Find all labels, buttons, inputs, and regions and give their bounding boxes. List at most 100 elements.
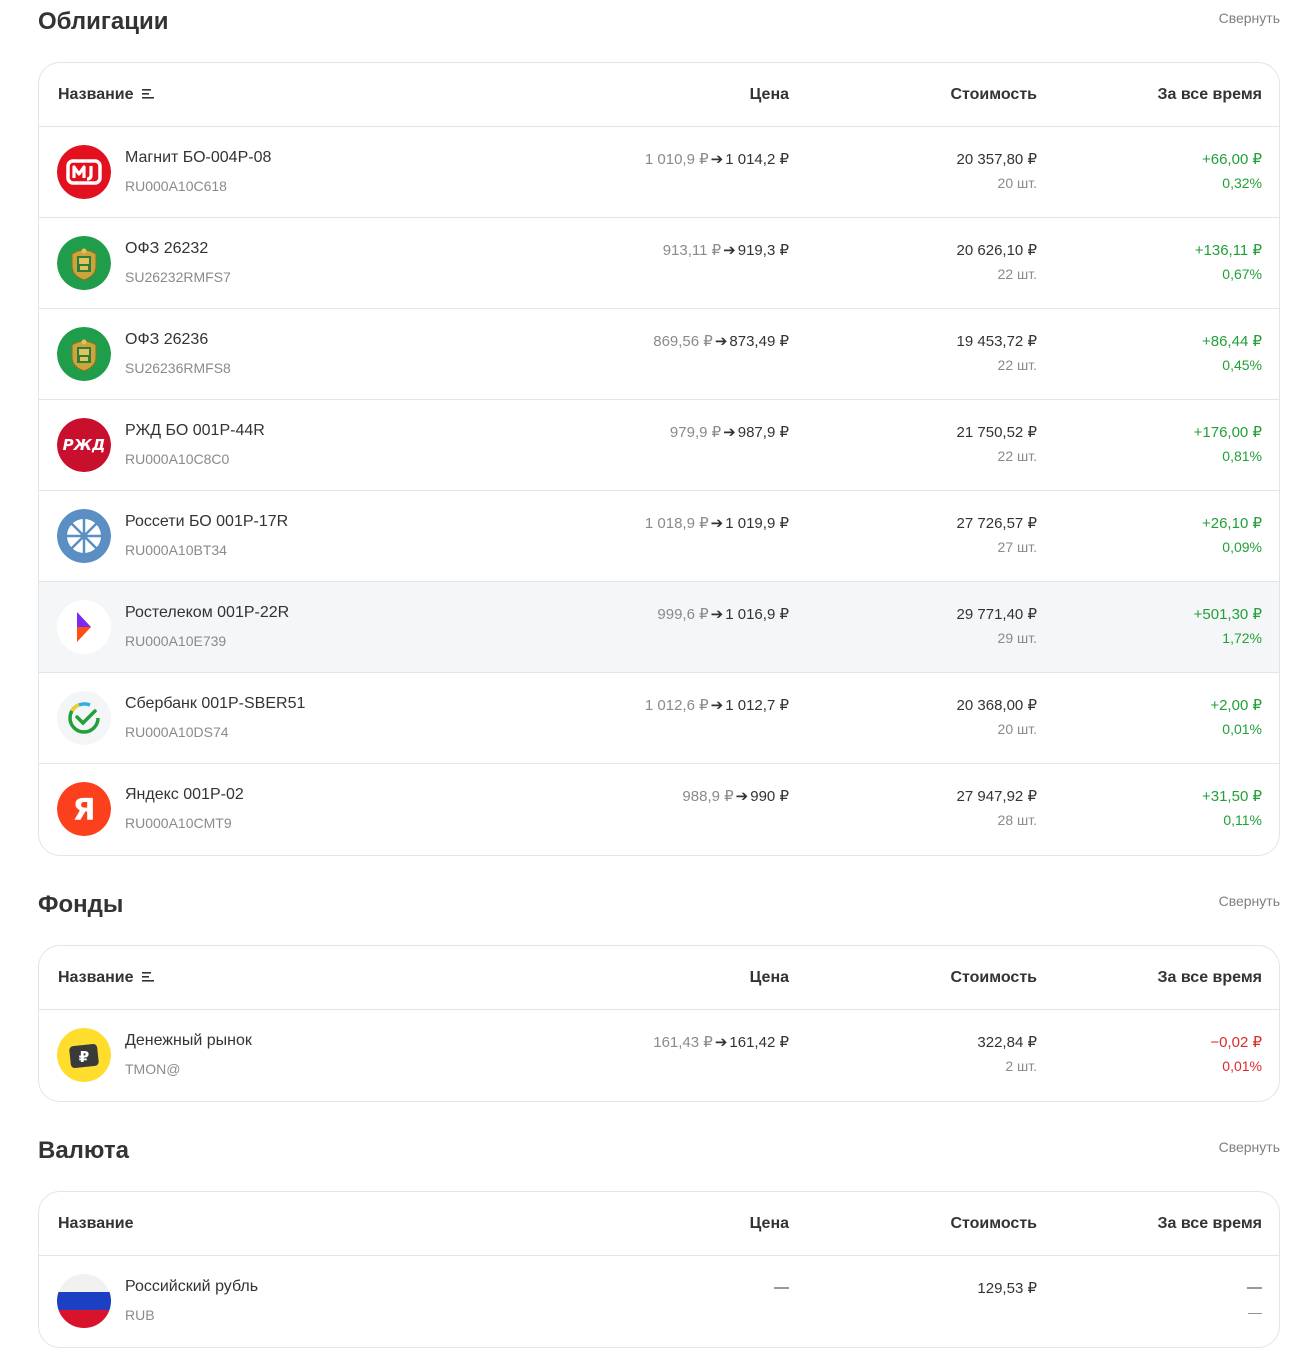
- bonds-table-header: Название Цена Стоимость За все время: [39, 63, 1279, 127]
- security-name: Ростелеком 001P-22R: [125, 604, 290, 621]
- arrow-right-icon: ➔: [735, 788, 749, 805]
- profit-percent: 0,67%: [1222, 266, 1262, 282]
- sort-icon[interactable]: [141, 88, 154, 99]
- currency-table: Название Цена Стоимость За все время Рос…: [38, 1191, 1280, 1348]
- security-name: РЖД БО 001P-44R: [125, 422, 265, 439]
- table-row[interactable]: Российский рубль RUB — 129,53 ₽ — —: [39, 1256, 1279, 1347]
- position-qty: 22 шт.: [997, 266, 1037, 282]
- security-ticker: RU000A10E739: [125, 633, 227, 649]
- security-ticker: RU000A10C8C0: [125, 451, 230, 467]
- arrow-right-icon: ➔: [710, 151, 724, 168]
- table-row[interactable]: ОФЗ 26232 SU26232RMFS7 913,11 ₽ ➔ 919,3 ₽ …: [39, 218, 1279, 309]
- column-header-name[interactable]: Название: [58, 1215, 134, 1233]
- price-change: 1 010,9 ₽ ➔ 1 014,2 ₽: [644, 151, 789, 168]
- column-header-cost: Стоимость: [950, 969, 1037, 986]
- security-ticker: TMON@: [125, 1061, 181, 1077]
- security-name: Магнит БО-004P-08: [125, 149, 272, 166]
- funds-header: Фонды Свернуть: [38, 883, 1280, 923]
- position-qty: 22 шт.: [997, 357, 1037, 373]
- yandex-logo: Я: [57, 782, 111, 836]
- profit-percent: 0,45%: [1222, 357, 1262, 373]
- sort-icon[interactable]: [141, 971, 154, 982]
- position-qty: 22 шт.: [997, 448, 1037, 464]
- security-ticker: SU26236RMFS8: [125, 360, 231, 376]
- sber-logo: [57, 691, 111, 745]
- table-row[interactable]: Магнит БО-004P-08 RU000A10C618 1 010,9 ₽…: [39, 127, 1279, 218]
- arrow-right-icon: ➔: [723, 424, 736, 441]
- funds-title: Фонды: [38, 891, 124, 918]
- arrow-right-icon: ➔: [714, 333, 728, 350]
- position-qty: 28 шт.: [997, 812, 1037, 828]
- position-cost: 322,84 ₽: [977, 1034, 1037, 1051]
- profit-value: +66,00 ₽: [1201, 151, 1262, 168]
- position-cost: 129,53 ₽: [977, 1280, 1037, 1297]
- arrow-right-icon: ➔: [710, 606, 724, 623]
- price-change: 1 012,6 ₽ ➔ 1 012,7 ₽: [644, 697, 789, 714]
- table-row[interactable]: Россети БО 001P-17R RU000A10BT34 1 018,9…: [39, 491, 1279, 582]
- column-header-cost: Стоимость: [950, 86, 1037, 103]
- profit-value: +2,00 ₽: [1210, 697, 1262, 714]
- security-ticker: SU26232RMFS7: [125, 269, 231, 285]
- money-market-logo: ₽: [57, 1028, 111, 1082]
- position-cost: 20 357,80 ₽: [956, 151, 1037, 168]
- ofz-emblem-logo: [57, 236, 111, 290]
- arrow-right-icon: ➔: [710, 697, 724, 714]
- column-header-name[interactable]: Название: [58, 969, 154, 987]
- security-name: ОФЗ 26236: [125, 331, 209, 348]
- profit-percent: 0,01%: [1222, 721, 1262, 737]
- table-row[interactable]: Сбербанк 001P-SBER51 RU000A10DS74 1 012,…: [39, 673, 1279, 764]
- security-ticker: RU000A10BT34: [125, 542, 227, 558]
- bonds-header: Облигации Свернуть: [38, 0, 1280, 40]
- table-row[interactable]: ₽ Денежный рынок TMON@ 161,43 ₽ ➔ 161,42 ₽…: [39, 1010, 1279, 1101]
- profit-percent: 0,01%: [1222, 1058, 1262, 1074]
- currency-section: Валюта Свернуть Название Цена Стоимость …: [38, 1129, 1280, 1348]
- column-header-name[interactable]: Название: [58, 86, 154, 104]
- security-ticker: RU000A10C618: [125, 178, 227, 194]
- position-cost: 27 947,92 ₽: [956, 788, 1037, 805]
- table-row[interactable]: РЖД РЖД БО 001P-44R RU000A10C8C0 979,9 ₽…: [39, 400, 1279, 491]
- bonds-title: Облигации: [38, 8, 169, 35]
- column-header-total: За все время: [1157, 1215, 1262, 1232]
- funds-collapse-button[interactable]: Свернуть: [1219, 893, 1280, 909]
- security-name: Яндекс 001P-02: [125, 786, 244, 803]
- arrow-right-icon: ➔: [723, 242, 736, 259]
- currency-title: Валюта: [38, 1137, 129, 1164]
- position-cost: 19 453,72 ₽: [956, 333, 1037, 350]
- position-cost: 27 726,57 ₽: [956, 515, 1037, 532]
- position-cost: 29 771,40 ₽: [956, 606, 1037, 623]
- currency-collapse-button[interactable]: Свернуть: [1219, 1139, 1280, 1155]
- rzd-logo: РЖД: [57, 418, 111, 472]
- arrow-right-icon: ➔: [710, 515, 724, 532]
- column-header-total: За все время: [1157, 969, 1262, 986]
- profit-percent: 0,09%: [1222, 539, 1262, 555]
- position-cost: 20 626,10 ₽: [956, 242, 1037, 259]
- position-qty: 29 шт.: [997, 630, 1037, 646]
- profit-value: —: [1247, 1279, 1262, 1296]
- table-row[interactable]: Я Яндекс 001P-02 RU000A10CMT9 988,9 ₽ ➔ 99…: [39, 764, 1279, 855]
- price-change: 988,9 ₽ ➔ 990 ₽: [682, 788, 789, 805]
- magnit-logo: [57, 145, 111, 199]
- ofz-emblem-logo: [57, 327, 111, 381]
- column-header-cost: Стоимость: [950, 1215, 1037, 1232]
- security-ticker: RU000A10DS74: [125, 724, 229, 740]
- table-row[interactable]: Ростелеком 001P-22R RU000A10E739 999,6 ₽…: [39, 582, 1279, 673]
- profit-percent: 0,11%: [1223, 812, 1262, 828]
- profit-value: +31,50 ₽: [1201, 788, 1262, 805]
- price-change: 913,11 ₽ ➔ 919,3 ₽: [662, 242, 789, 259]
- position-cost: 21 750,52 ₽: [956, 424, 1037, 441]
- table-row[interactable]: ОФЗ 26236 SU26236RMFS8 869,56 ₽ ➔ 873,49 ₽…: [39, 309, 1279, 400]
- bonds-table: Название Цена Стоимость За все время Маг…: [38, 62, 1280, 856]
- bonds-collapse-button[interactable]: Свернуть: [1219, 10, 1280, 26]
- funds-table: Название Цена Стоимость За все время ₽ Д…: [38, 945, 1280, 1102]
- svg-text:Я: Я: [72, 793, 95, 828]
- position-qty: 20 шт.: [997, 175, 1037, 191]
- column-header-price: Цена: [749, 969, 789, 986]
- rosseti-logo: [57, 509, 111, 563]
- price-change: 999,6 ₽ ➔ 1 016,9 ₽: [657, 606, 789, 623]
- svg-text:₽: ₽: [79, 1048, 89, 1066]
- arrow-right-icon: ➔: [714, 1034, 728, 1051]
- profit-percent: 0,32%: [1222, 175, 1262, 191]
- price-change: 869,56 ₽ ➔ 873,49 ₽: [653, 333, 789, 350]
- column-header-price: Цена: [749, 1215, 789, 1232]
- profit-percent: —: [1248, 1304, 1262, 1320]
